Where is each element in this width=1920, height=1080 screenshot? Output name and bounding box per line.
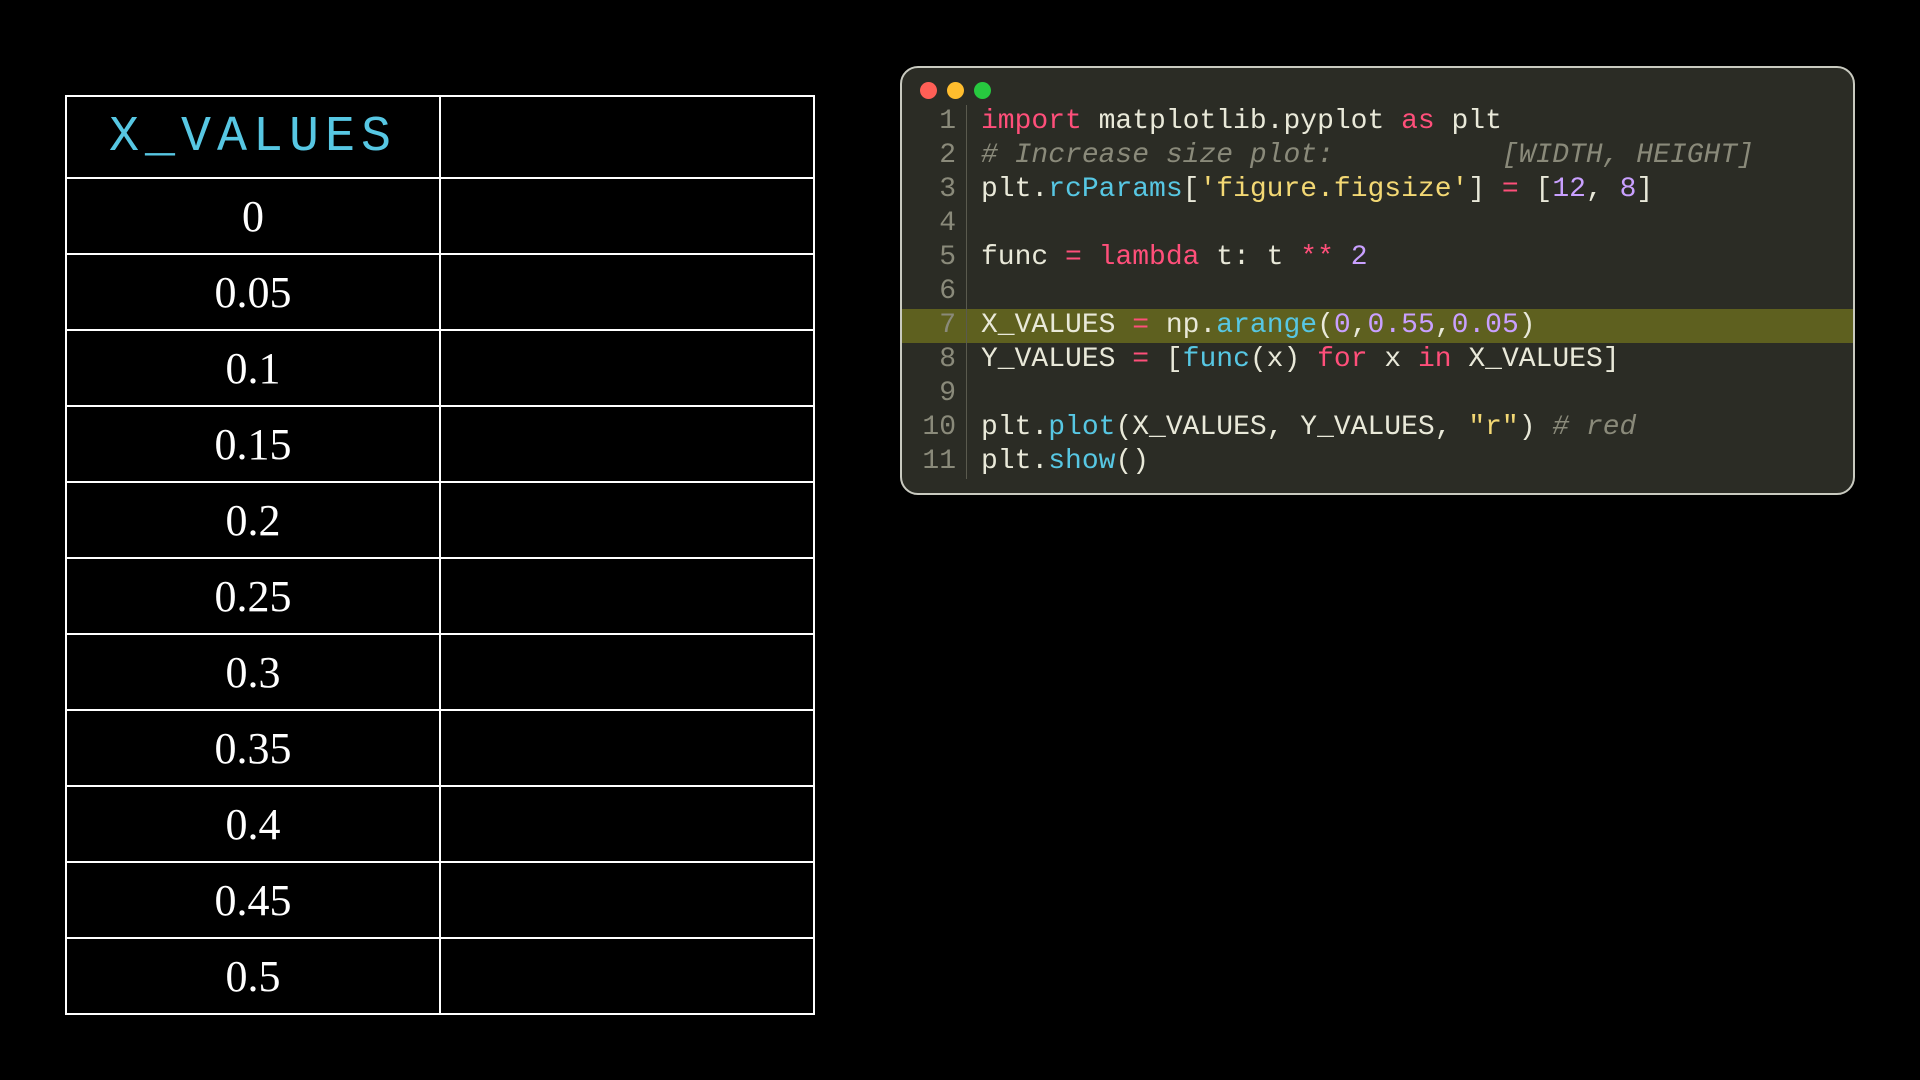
x-value-cell: 0.35 bbox=[66, 710, 440, 786]
empty-cell bbox=[440, 862, 814, 938]
maximize-icon[interactable] bbox=[974, 82, 991, 99]
line-number: 7 bbox=[902, 309, 967, 343]
table-row: 0.25 bbox=[66, 558, 814, 634]
code-line: 11plt.show() bbox=[902, 445, 1853, 479]
minimize-icon[interactable] bbox=[947, 82, 964, 99]
table-header-xvalues: X_VALUES bbox=[66, 96, 440, 178]
table-body: 00.050.10.150.20.250.30.350.40.450.5 bbox=[66, 178, 814, 1014]
empty-cell bbox=[440, 406, 814, 482]
empty-cell bbox=[440, 938, 814, 1014]
code-line: 6 bbox=[902, 275, 1853, 309]
table-row: 0.05 bbox=[66, 254, 814, 330]
table-row: 0.5 bbox=[66, 938, 814, 1014]
x-value-cell: 0.4 bbox=[66, 786, 440, 862]
code-content: plt.rcParams['figure.figsize'] = [12, 8] bbox=[967, 173, 1653, 207]
table-header-row: X_VALUES bbox=[66, 96, 814, 178]
empty-cell bbox=[440, 330, 814, 406]
x-values-table: X_VALUES 00.050.10.150.20.250.30.350.40.… bbox=[65, 95, 815, 1015]
code-content: # Increase size plot: [WIDTH, HEIGHT] bbox=[967, 139, 1754, 173]
empty-cell bbox=[440, 786, 814, 862]
x-value-cell: 0.3 bbox=[66, 634, 440, 710]
line-number: 3 bbox=[902, 173, 967, 207]
table-row: 0.35 bbox=[66, 710, 814, 786]
table-row: 0.3 bbox=[66, 634, 814, 710]
line-number: 8 bbox=[902, 343, 967, 377]
x-value-cell: 0.25 bbox=[66, 558, 440, 634]
code-content: import matplotlib.pyplot as plt bbox=[967, 105, 1502, 139]
code-content: plt.show() bbox=[967, 445, 1149, 479]
code-content: X_VALUES = np.arange(0,0.55,0.05) bbox=[967, 309, 1536, 343]
line-number: 5 bbox=[902, 241, 967, 275]
x-value-cell: 0.45 bbox=[66, 862, 440, 938]
x-value-cell: 0.15 bbox=[66, 406, 440, 482]
table-row: 0.1 bbox=[66, 330, 814, 406]
empty-cell bbox=[440, 710, 814, 786]
code-body: 1import matplotlib.pyplot as plt2# Incre… bbox=[902, 105, 1853, 479]
close-icon[interactable] bbox=[920, 82, 937, 99]
code-line: 7X_VALUES = np.arange(0,0.55,0.05) bbox=[902, 309, 1853, 343]
code-content bbox=[967, 275, 981, 309]
empty-cell bbox=[440, 254, 814, 330]
code-line: 4 bbox=[902, 207, 1853, 241]
code-content: plt.plot(X_VALUES, Y_VALUES, "r") # red bbox=[967, 411, 1636, 445]
code-content bbox=[967, 377, 981, 411]
code-content bbox=[967, 207, 981, 241]
x-value-cell: 0 bbox=[66, 178, 440, 254]
code-line: 2# Increase size plot: [WIDTH, HEIGHT] bbox=[902, 139, 1853, 173]
x-value-cell: 0.5 bbox=[66, 938, 440, 1014]
table-row: 0.15 bbox=[66, 406, 814, 482]
table-row: 0.2 bbox=[66, 482, 814, 558]
line-number: 10 bbox=[902, 411, 967, 445]
empty-cell bbox=[440, 634, 814, 710]
x-value-cell: 0.05 bbox=[66, 254, 440, 330]
table-header-empty bbox=[440, 96, 814, 178]
line-number: 11 bbox=[902, 445, 967, 479]
table-row: 0.4 bbox=[66, 786, 814, 862]
window-traffic-lights bbox=[902, 68, 1853, 105]
line-number: 1 bbox=[902, 105, 967, 139]
code-line: 10plt.plot(X_VALUES, Y_VALUES, "r") # re… bbox=[902, 411, 1853, 445]
code-content: Y_VALUES = [func(x) for x in X_VALUES] bbox=[967, 343, 1620, 377]
table-row: 0 bbox=[66, 178, 814, 254]
empty-cell bbox=[440, 482, 814, 558]
slide-stage: X_VALUES 00.050.10.150.20.250.30.350.40.… bbox=[0, 0, 1920, 1080]
line-number: 2 bbox=[902, 139, 967, 173]
code-line: 9 bbox=[902, 377, 1853, 411]
line-number: 4 bbox=[902, 207, 967, 241]
table-row: 0.45 bbox=[66, 862, 814, 938]
code-line: 8Y_VALUES = [func(x) for x in X_VALUES] bbox=[902, 343, 1853, 377]
empty-cell bbox=[440, 558, 814, 634]
code-line: 5func = lambda t: t ** 2 bbox=[902, 241, 1853, 275]
code-line: 1import matplotlib.pyplot as plt bbox=[902, 105, 1853, 139]
code-line: 3plt.rcParams['figure.figsize'] = [12, 8… bbox=[902, 173, 1853, 207]
x-value-cell: 0.2 bbox=[66, 482, 440, 558]
code-content: func = lambda t: t ** 2 bbox=[967, 241, 1368, 275]
line-number: 9 bbox=[902, 377, 967, 411]
code-editor-window: 1import matplotlib.pyplot as plt2# Incre… bbox=[900, 66, 1855, 495]
x-value-cell: 0.1 bbox=[66, 330, 440, 406]
empty-cell bbox=[440, 178, 814, 254]
line-number: 6 bbox=[902, 275, 967, 309]
